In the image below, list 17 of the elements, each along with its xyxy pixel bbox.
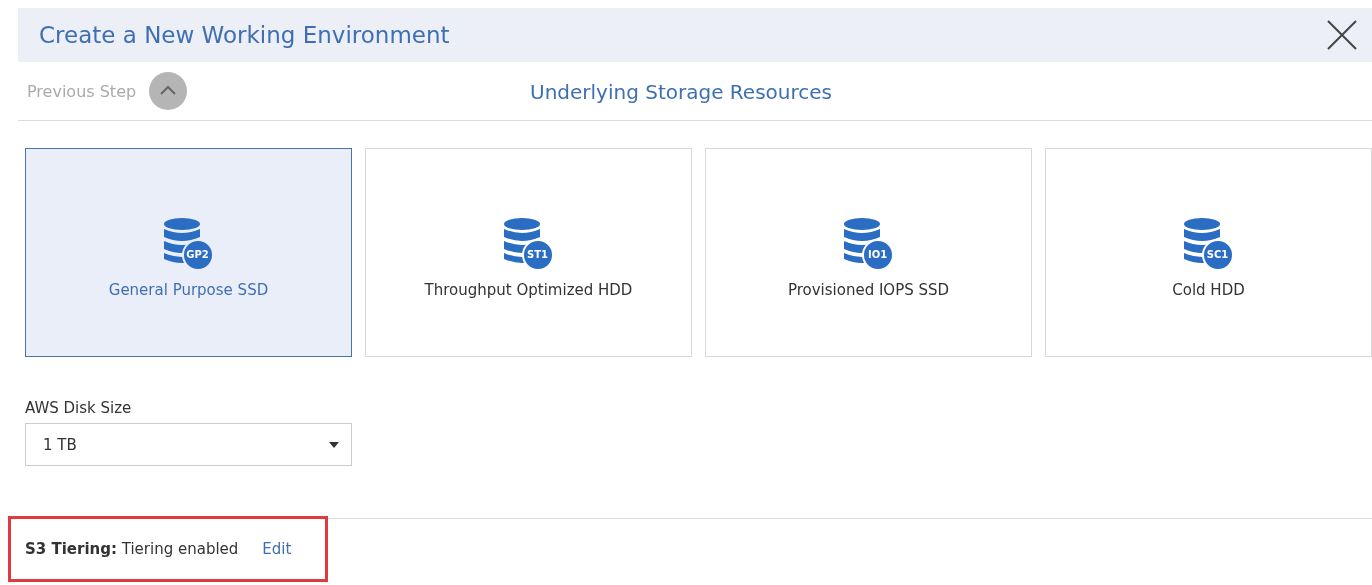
field-label: AWS Disk Size [25,399,133,417]
disk-type-card[interactable]: IO1 Provisioned IOPS SSD [705,148,1032,357]
edit-link[interactable]: Edit [262,540,292,558]
caret-icon [329,441,339,448]
chevron-up-icon[interactable] [148,71,189,111]
disk-type-card[interactable]: SC1 Cold HDD [1045,148,1372,357]
close-icon[interactable] [1326,19,1358,51]
window-title: Create a New Working Environment [39,22,450,48]
step-title: Underlying Storage Resources [530,80,832,104]
disk-type-card[interactable]: ST1 Throughput Optimized HDD [365,148,692,357]
card-label: Cold HDD [1172,280,1245,299]
card-label: General Purpose SSD [108,280,269,299]
disk-type-card[interactable]: GP2 General Purpose SSD [25,148,352,357]
card-label: Provisioned IOPS SSD [787,280,950,299]
tiering-status: S3 Tiering: Tiering enabled [25,540,239,558]
card-label: Throughput Optimized HDD [424,280,633,299]
disk-size-dropdown[interactable]: 1 TB [25,423,352,466]
